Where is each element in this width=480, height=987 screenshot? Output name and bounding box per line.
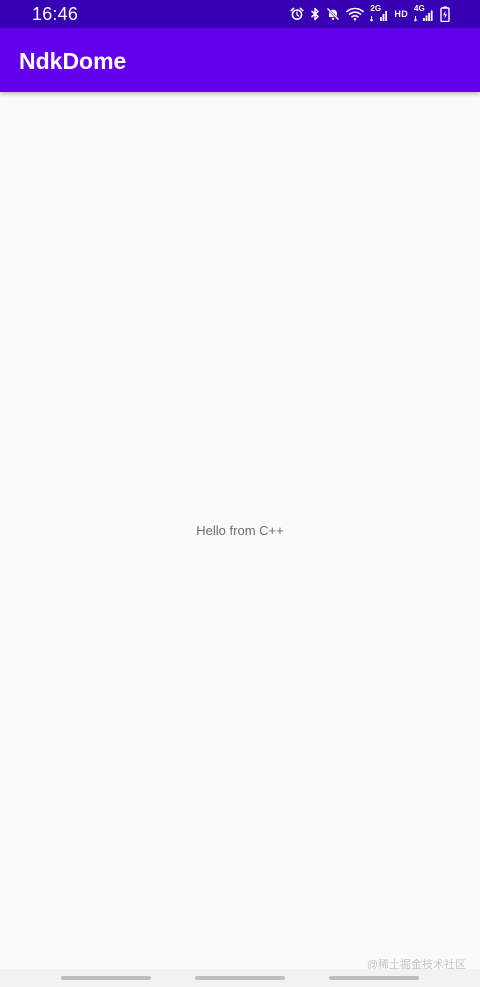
status-bar: 16:46 2G HD 4G xyxy=(0,0,480,28)
signal-4g-icon: 4G xyxy=(414,5,434,23)
mute-icon xyxy=(326,5,340,23)
hd-icon: HD xyxy=(394,5,408,23)
alarm-icon xyxy=(290,5,304,23)
bluetooth-icon xyxy=(310,5,320,23)
app-bar: NdkDome xyxy=(0,28,480,92)
app-title: NdkDome xyxy=(19,48,127,74)
back-button[interactable] xyxy=(329,976,419,980)
signal-2g-icon: 2G xyxy=(370,5,388,23)
hd-label: HD xyxy=(394,9,408,19)
battery-charging-icon xyxy=(440,5,450,23)
screen: 16:46 2G HD 4G NdkDome Hello from C++ @稀… xyxy=(0,0,480,987)
content-area: Hello from C++ xyxy=(0,92,480,969)
home-button[interactable] xyxy=(195,976,285,980)
wifi-icon xyxy=(346,5,365,23)
status-time: 16:46 xyxy=(32,4,79,24)
navigation-bar xyxy=(0,969,480,987)
recent-apps-button[interactable] xyxy=(61,976,151,980)
hello-text: Hello from C++ xyxy=(196,523,284,538)
status-icons: 2G HD 4G xyxy=(290,5,450,23)
